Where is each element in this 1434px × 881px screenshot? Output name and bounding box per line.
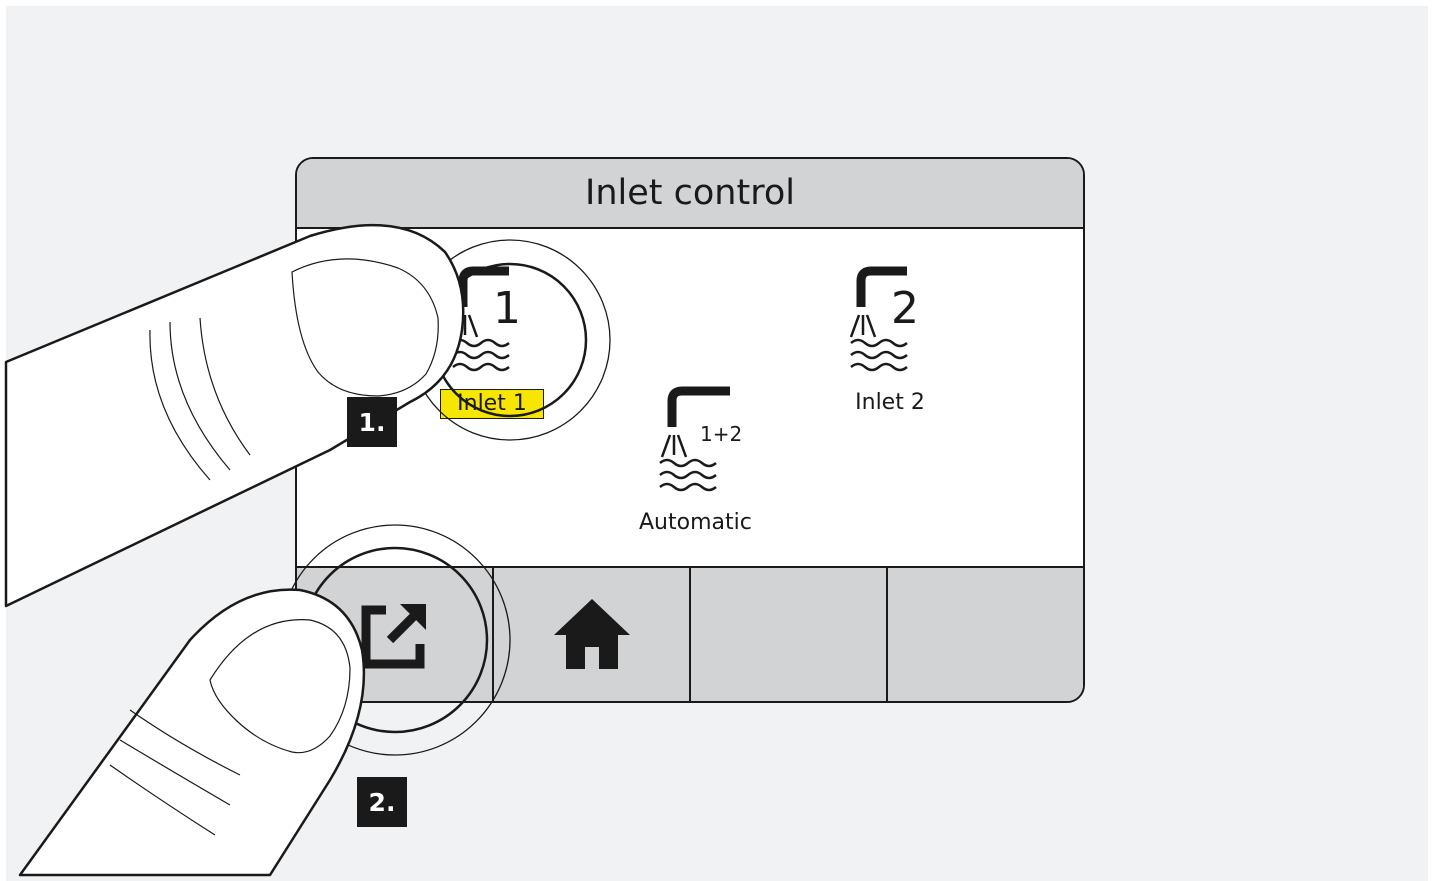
- control-panel-screen: Inlet control 1 Inlet 1 2 Inlet 2 1+2 Au…: [295, 157, 1085, 703]
- screen-title: Inlet control: [297, 159, 1083, 229]
- inlet-2-label: Inlet 2: [855, 390, 925, 415]
- soft-key-3[interactable]: [691, 568, 888, 701]
- exit-icon: [361, 603, 426, 668]
- inlet-icon: 1: [451, 266, 521, 372]
- step-badge-2: 2.: [357, 777, 407, 827]
- step-badge-1: 1.: [347, 397, 397, 447]
- home-icon: [553, 598, 630, 669]
- soft-key-bar: [297, 566, 1083, 701]
- inlet-1-label: Inlet 1: [440, 389, 544, 419]
- automatic-option[interactable]: 1+2 Automatic: [623, 383, 768, 537]
- home-button[interactable]: [494, 568, 691, 701]
- exit-button[interactable]: [297, 568, 494, 701]
- inlet-number: 2: [891, 283, 919, 334]
- inlet-icon: 1+2: [659, 386, 743, 492]
- automatic-label: Automatic: [639, 510, 752, 535]
- inlet-number: 1+2: [700, 422, 742, 446]
- inlet-1-option[interactable]: 1 Inlet 1: [437, 263, 547, 419]
- inlet-icon: 2: [849, 266, 919, 372]
- soft-key-4[interactable]: [888, 568, 1083, 701]
- inlet-2-option[interactable]: 2 Inlet 2: [835, 263, 945, 417]
- inlet-number: 1: [493, 283, 521, 334]
